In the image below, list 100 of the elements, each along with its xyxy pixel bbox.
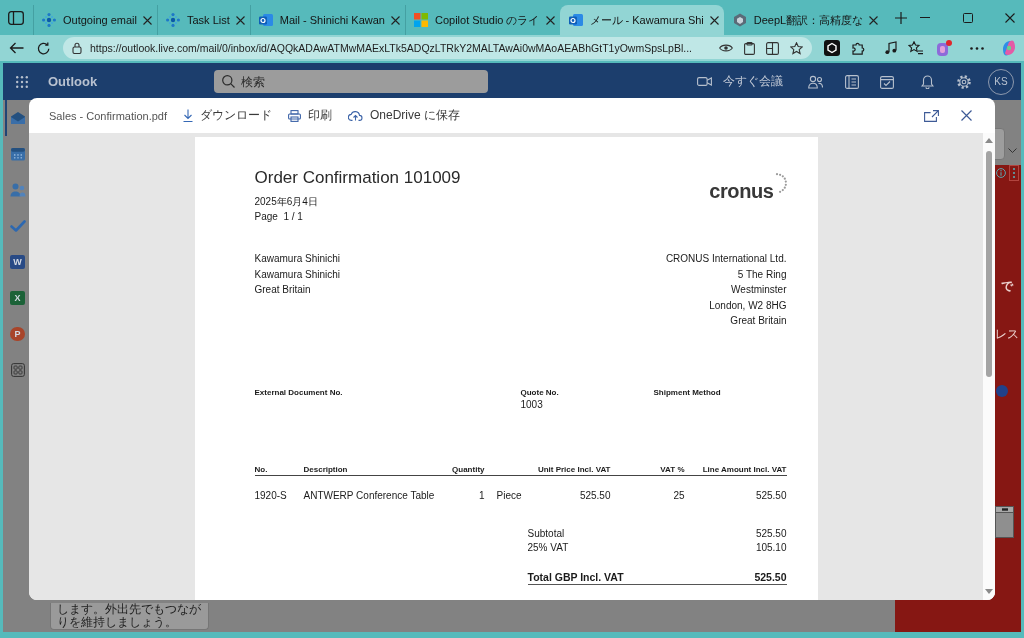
hexagon-tile-icon[interactable]	[824, 40, 840, 56]
close-icon[interactable]	[390, 15, 400, 25]
meet-now-button[interactable]: 今すぐ会議	[697, 73, 783, 90]
close-icon[interactable]	[545, 15, 555, 25]
field-label: External Document No.	[254, 386, 344, 398]
people-icon	[10, 183, 26, 197]
app-grid-icon	[10, 363, 26, 377]
column-header: Quantity	[451, 463, 485, 475]
scroll-up-icon[interactable]	[985, 138, 993, 143]
nav-rail-button[interactable]: P	[5, 316, 29, 352]
url-field[interactable]: https://outlook.live.com/mail/0/inbox/id/AQQkADAwATMwMAExLTk5ADQzLTRkY2MALTAwAi0wMAoAEABhGtT1yOwmSpsLpBl...	[90, 42, 708, 54]
eye-icon[interactable]	[719, 43, 733, 53]
close-icon[interactable]	[235, 15, 245, 25]
search-icon	[222, 75, 236, 88]
total-value: 525.50	[755, 527, 787, 541]
notebook-icon[interactable]	[845, 74, 859, 89]
total-label: Total GBP Incl. VAT	[527, 570, 624, 584]
table-cell-text: Piece	[495, 489, 520, 503]
panel-heading: で	[1001, 279, 1013, 293]
panel-toggle-icon[interactable]	[8, 10, 24, 25]
table-thumbnail-drawing	[995, 506, 1014, 538]
close-icon[interactable]	[961, 110, 972, 121]
column-header: Line Amount Incl. VAT	[701, 463, 787, 475]
more-vertical-icon[interactable]	[1009, 165, 1019, 181]
close-icon[interactable]	[143, 15, 152, 25]
bell-icon[interactable]	[921, 74, 934, 89]
back-arrow-icon[interactable]	[9, 42, 24, 54]
close-icon[interactable]	[709, 15, 719, 25]
dot-arc-icon	[774, 173, 787, 194]
four-squares-icon	[413, 13, 428, 27]
colorful-swirl-icon[interactable]	[1001, 40, 1017, 56]
close-icon[interactable]	[1005, 12, 1015, 23]
document-title: Order Confirmation 101009	[254, 168, 461, 188]
column-header: Description	[303, 463, 349, 475]
split-window-icon[interactable]	[766, 41, 779, 55]
print-button[interactable]: 印刷	[288, 107, 332, 124]
info-icon[interactable]	[996, 168, 1006, 178]
table-cell-text: 25	[672, 489, 685, 503]
table-cell-text: 1	[477, 489, 485, 503]
download-icon	[183, 109, 193, 122]
scroll-down-icon[interactable]	[985, 589, 993, 594]
maximize-icon[interactable]	[963, 12, 973, 23]
document-date: 2025年6月4日	[254, 195, 319, 209]
puzzle-icon[interactable]	[852, 41, 866, 55]
nav-rail-button[interactable]: W	[5, 244, 29, 280]
column-header: No.	[254, 463, 269, 475]
settings-icon[interactable]	[957, 74, 971, 89]
address-line: CRONUS International Ltd.	[665, 252, 787, 266]
close-icon[interactable]	[869, 15, 879, 25]
search-field[interactable]: 検索	[214, 70, 489, 93]
star-icon[interactable]	[790, 41, 803, 55]
mail-icon	[258, 13, 273, 27]
hexagon-icon	[732, 13, 747, 27]
column-header: VAT %	[659, 463, 685, 475]
column-header: Unit Price Incl. VAT	[536, 463, 611, 475]
address-line: Great Britain	[254, 283, 312, 297]
printer-icon	[288, 109, 301, 122]
save-to-cloud-button[interactable]: OneDrive に保存	[348, 107, 461, 124]
star-list-icon[interactable]	[908, 41, 923, 55]
panel-text: レス	[995, 327, 1019, 341]
browser-tab[interactable]: メール - Kawamura Shi	[559, 5, 724, 35]
popout-icon[interactable]	[924, 109, 939, 122]
plus-icon[interactable]	[895, 11, 908, 24]
more-icon[interactable]	[970, 46, 984, 50]
cloud-upload-icon	[348, 110, 363, 121]
waffle-menu-icon[interactable]	[16, 75, 28, 88]
nav-rail-button[interactable]: X	[5, 280, 29, 316]
envelope-icon	[10, 111, 26, 125]
scrollbar-thumb[interactable]	[986, 151, 992, 377]
total-label: 25% VAT	[527, 541, 569, 555]
clipboard-icon[interactable]	[744, 41, 755, 55]
profile-badge-icon[interactable]	[936, 40, 952, 56]
calendar-icon	[10, 147, 26, 161]
download-button[interactable]: ダウンロード	[183, 107, 272, 124]
letter-tile-icon: P	[10, 327, 25, 341]
dot-cluster-icon	[42, 13, 56, 27]
field-label: Shipment Method	[653, 386, 722, 398]
music-note-icon[interactable]	[884, 41, 898, 55]
chevron-down-icon[interactable]	[1008, 148, 1017, 153]
refresh-icon[interactable]	[37, 41, 50, 55]
browser-tab[interactable]: DeepL翻訳：高精度な	[723, 5, 884, 35]
promo-text: します。外出先でもつながりを維持しましょう。	[50, 603, 209, 630]
field-label: Quote No.	[520, 386, 560, 398]
table-cell-text: 1920-S	[254, 489, 288, 503]
lock-icon[interactable]	[72, 42, 82, 54]
table-cell-text: 525.50	[754, 489, 787, 503]
calendar-check-icon[interactable]	[880, 74, 894, 89]
video-camera-icon	[697, 76, 712, 87]
file-name: Sales - Confirmation.pdf	[49, 109, 167, 122]
address-line: London, W2 8HG	[708, 298, 787, 313]
dot-cluster-icon	[166, 13, 180, 27]
table-cell-text: 525.50	[578, 489, 611, 503]
people-icon[interactable]	[808, 74, 823, 89]
address-line: Kawamura Shinichi	[254, 252, 341, 266]
logo-text: cronus	[709, 180, 774, 202]
letter-tile-icon: W	[10, 255, 25, 269]
total-value: 525.50	[754, 570, 787, 584]
app-name: Outlook	[48, 74, 98, 89]
total-label: Subtotal	[527, 527, 565, 541]
letter-tile-icon: X	[10, 291, 25, 305]
